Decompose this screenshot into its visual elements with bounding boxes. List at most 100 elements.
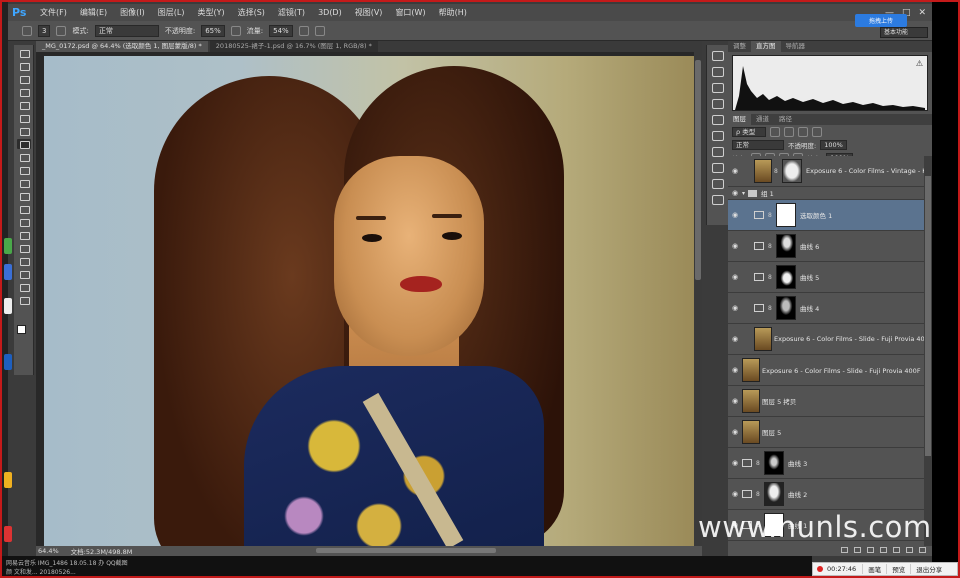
layer-row[interactable]: ◉ 8 曲线 2 [728, 479, 924, 510]
menu-window[interactable]: 窗口(W) [395, 7, 425, 18]
canvas-area[interactable] [36, 52, 702, 546]
tab-adjustments[interactable]: 调整 [728, 41, 751, 52]
layer-row[interactable]: ◉ 8 曲线 4 [728, 293, 924, 324]
link-chain-icon[interactable]: 8 [768, 305, 774, 312]
zoom-tool-icon[interactable] [17, 295, 31, 305]
layer-row[interactable]: ◉ 8 Exposure 6 - Color Films - Vintage -… [728, 156, 924, 187]
layer-mask-thumbnail[interactable] [776, 203, 796, 227]
layer-kind-filter[interactable]: ρ 类型 [732, 126, 766, 137]
doc-tab-active[interactable]: _MG_0172.psd @ 64.4% (选取颜色 1, 图层蒙版/8) * [36, 41, 208, 52]
eraser-tool-icon[interactable] [17, 178, 31, 188]
menu-help[interactable]: 帮助(H) [439, 7, 467, 18]
brush-panel-icon[interactable] [56, 25, 67, 36]
color-panel-icon[interactable] [711, 51, 724, 61]
brush-tool-icon[interactable] [16, 139, 31, 149]
layer-thumbnail[interactable] [754, 159, 772, 183]
visibility-eye-icon[interactable]: ◉ [728, 366, 742, 374]
layer-row[interactable]: ◉ 8 曲线 6 [728, 231, 924, 262]
tab-navigator[interactable]: 导航器 [781, 41, 811, 52]
new-layer-icon[interactable] [906, 547, 913, 553]
properties-panel-icon[interactable] [711, 195, 724, 205]
desktop-icon[interactable] [4, 526, 12, 542]
info-panel-icon[interactable] [711, 147, 724, 157]
healing-tool-icon[interactable] [17, 126, 31, 136]
filter-adjustment-icon[interactable] [784, 126, 794, 137]
layer-row[interactable]: ◉ Exposure 6 - Color Films - Slide - Fuj… [728, 355, 924, 386]
brush-panel-icon[interactable] [711, 83, 724, 93]
curves-adjustment-icon[interactable] [754, 304, 764, 312]
visibility-eye-icon[interactable]: ◉ [728, 167, 742, 175]
menu-image[interactable]: 图像(I) [120, 7, 145, 18]
visibility-eye-icon[interactable]: ◉ [728, 242, 742, 250]
visibility-eye-icon[interactable]: ◉ [728, 459, 742, 467]
zoom-level[interactable]: 64.4% [38, 547, 59, 555]
curves-adjustment-icon[interactable] [754, 242, 764, 250]
flow-input[interactable]: 54% [269, 24, 293, 37]
type-tool-icon[interactable] [17, 243, 31, 253]
pressure-opacity-icon[interactable] [230, 25, 241, 36]
desktop-icon[interactable] [4, 264, 12, 280]
filter-shape-icon[interactable] [812, 126, 822, 137]
layer-mask-thumbnail[interactable] [764, 482, 784, 506]
layer-thumbnail[interactable] [742, 358, 760, 382]
new-adjustment-icon[interactable] [880, 547, 887, 553]
swatches-panel-icon[interactable] [711, 67, 724, 77]
layer-row-selected[interactable]: ◉ 8 选取颜色 1 [728, 200, 924, 231]
link-chain-icon[interactable]: 8 [768, 212, 774, 219]
layer-row[interactable]: ◉ 8 曲线 5 [728, 262, 924, 293]
foreground-color-swatch[interactable] [17, 325, 26, 334]
menu-edit[interactable]: 编辑(E) [80, 7, 107, 18]
menu-3d[interactable]: 3D(D) [318, 8, 342, 17]
canvas-scroll-thumb[interactable] [695, 60, 701, 280]
gradient-tool-icon[interactable] [17, 191, 31, 201]
link-chain-icon[interactable]: 8 [768, 274, 774, 281]
canvas-vertical-scrollbar[interactable] [694, 52, 702, 546]
clone-source-icon[interactable] [711, 99, 724, 109]
curves-adjustment-icon[interactable] [742, 490, 752, 498]
visibility-eye-icon[interactable]: ◉ [728, 273, 742, 281]
close-button[interactable]: ✕ [918, 8, 926, 18]
menu-view[interactable]: 视图(V) [355, 7, 383, 18]
workspace-select[interactable]: 基本功能 [880, 27, 928, 38]
actions-panel-icon[interactable] [711, 179, 724, 189]
opacity-input[interactable]: 65% [201, 24, 225, 37]
layer-mask-thumbnail[interactable] [776, 234, 796, 258]
curves-adjustment-icon[interactable] [754, 273, 764, 281]
desktop-icon[interactable] [4, 472, 12, 488]
path-select-tool-icon[interactable] [17, 256, 31, 266]
recorder-preview-button[interactable]: 预览 [886, 564, 910, 574]
recorder-exit-button[interactable]: 退出分享 [910, 564, 947, 574]
tab-histogram[interactable]: 直方图 [751, 41, 781, 52]
visibility-eye-icon[interactable]: ◉ [728, 490, 742, 498]
link-chain-icon[interactable]: 8 [774, 168, 780, 175]
brush-tool-icon[interactable] [22, 25, 32, 36]
menu-filter[interactable]: 滤镜(T) [278, 7, 305, 18]
marquee-tool-icon[interactable] [17, 61, 31, 71]
layer-mask-thumbnail[interactable] [776, 265, 796, 289]
add-mask-icon[interactable] [867, 547, 874, 553]
layers-scrollbar[interactable] [924, 156, 932, 546]
dodge-tool-icon[interactable] [17, 217, 31, 227]
layer-opacity-input[interactable]: 100% [820, 139, 847, 150]
fx-icon[interactable] [854, 547, 861, 553]
layer-mask-thumbnail[interactable] [776, 296, 796, 320]
canvas-horizontal-scrollbar[interactable] [316, 548, 496, 553]
visibility-eye-icon[interactable]: ◉ [728, 304, 742, 312]
warning-icon[interactable]: ⚠ [916, 59, 923, 68]
layer-row[interactable]: ◉ Exposure 6 - Color Films - Slide - Fuj… [728, 324, 924, 355]
tab-channels[interactable]: 通道 [751, 114, 774, 125]
layer-row[interactable]: ◉ 图层 5 [728, 417, 924, 448]
layer-group-row[interactable]: ◉ ▾ 组 1 [728, 187, 924, 200]
upload-button[interactable]: 拖拽上传 [855, 14, 907, 27]
link-chain-icon[interactable]: 8 [756, 491, 762, 498]
tab-paths[interactable]: 路径 [774, 114, 797, 125]
disclosure-triangle-icon[interactable]: ▾ [742, 190, 745, 197]
desktop-icon[interactable] [4, 298, 12, 314]
layer-thumbnail[interactable] [742, 420, 760, 444]
pen-tool-icon[interactable] [17, 230, 31, 240]
crop-tool-icon[interactable] [17, 100, 31, 110]
visibility-eye-icon[interactable]: ◉ [728, 189, 742, 197]
tab-layers[interactable]: 图层 [728, 114, 751, 125]
visibility-eye-icon[interactable]: ◉ [728, 428, 742, 436]
mode-select[interactable]: 正常 [94, 24, 159, 37]
